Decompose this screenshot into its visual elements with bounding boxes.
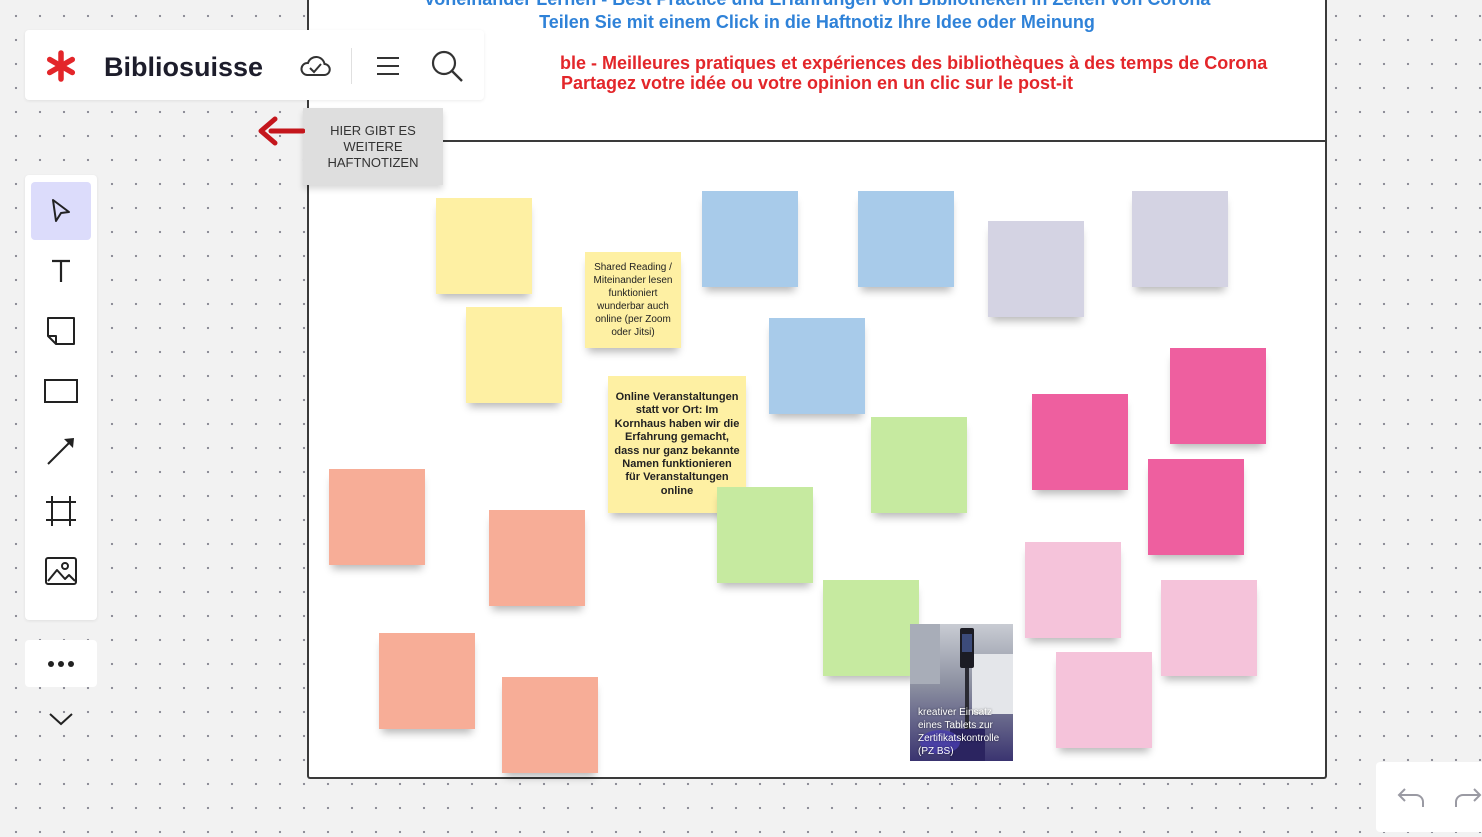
search-icon[interactable] (429, 48, 465, 84)
header-subtitle-de[interactable]: Teilen Sie mit einem Click in die Haftno… (307, 12, 1327, 32)
sticky-note-pink[interactable] (1056, 652, 1152, 748)
sticky-note-blue[interactable] (769, 318, 865, 414)
photo-tablet-certificate-check[interactable]: kreativer Einsatz eines Tablets zur Zert… (910, 624, 1013, 761)
undo-icon (1397, 788, 1424, 807)
sticky-note-green[interactable] (717, 487, 813, 583)
sticky-note-salmon[interactable] (489, 510, 585, 606)
more-tools-button[interactable] (25, 640, 97, 687)
sticky-note-salmon[interactable] (379, 633, 475, 729)
collapse-toolbar-button[interactable] (44, 704, 78, 734)
image-icon (45, 557, 77, 585)
red-arrow-left-icon (258, 116, 305, 146)
more-dots-icon (48, 660, 74, 667)
text-icon (52, 259, 70, 282)
sticky-note-lavender[interactable] (1132, 191, 1228, 287)
photo-caption: kreativer Einsatz eines Tablets zur Zert… (918, 707, 1000, 757)
sticky-note-pink[interactable] (1161, 580, 1257, 676)
board-title[interactable]: Bibliosuisse (104, 50, 263, 84)
frame-tool[interactable] (31, 482, 91, 540)
text-tool[interactable] (31, 242, 91, 300)
sticky-note-tool[interactable] (31, 302, 91, 360)
redo-icon (1455, 788, 1482, 807)
sticky-note-yellow[interactable] (466, 307, 562, 403)
topbar-separator (351, 48, 352, 84)
hint-note-more-notes[interactable]: HIER GIBT ES WEITERE HAFTNOTIZEN (303, 108, 443, 185)
cursor-icon (52, 199, 70, 222)
sticky-note-pink[interactable] (1025, 542, 1121, 638)
cloud-sync-icon[interactable] (297, 48, 333, 84)
frame-icon (46, 496, 76, 526)
line-tool[interactable] (31, 422, 91, 480)
rectangle-icon (44, 379, 78, 403)
header-title-fr[interactable]: ble - Meilleures pratiques et expérience… (560, 53, 1267, 73)
arrow-line-icon (47, 438, 74, 465)
sticky-note-magenta[interactable] (1170, 348, 1266, 444)
redo-button[interactable] (1452, 782, 1482, 812)
sticky-note-green[interactable] (823, 580, 919, 676)
undo-button[interactable] (1395, 782, 1427, 812)
logo-asterisk-icon[interactable] (45, 50, 77, 82)
sticky-note-green[interactable] (871, 417, 967, 513)
sticky-note-salmon[interactable] (502, 677, 598, 773)
sticky-note-shared-reading[interactable]: Shared Reading / Miteinander lesen funkt… (585, 252, 681, 348)
sticky-note-blue[interactable] (858, 191, 954, 287)
sticky-note-lavender[interactable] (988, 221, 1084, 317)
image-tool[interactable] (31, 542, 91, 600)
chevron-down-icon (49, 713, 73, 726)
sticky-note-yellow[interactable] (436, 198, 532, 294)
sticky-note-magenta[interactable] (1032, 394, 1128, 490)
header-title-de-partial[interactable]: Voneinander Lernen - Best Practice und E… (307, 0, 1327, 9)
sticky-note-icon (47, 317, 75, 345)
sticky-note-blue[interactable] (702, 191, 798, 287)
frame-divider (307, 140, 1327, 142)
select-tool[interactable] (31, 182, 91, 240)
shape-tool[interactable] (31, 362, 91, 420)
menu-icon[interactable] (370, 48, 406, 84)
sticky-note-salmon[interactable] (329, 469, 425, 565)
sticky-note-magenta[interactable] (1148, 459, 1244, 555)
